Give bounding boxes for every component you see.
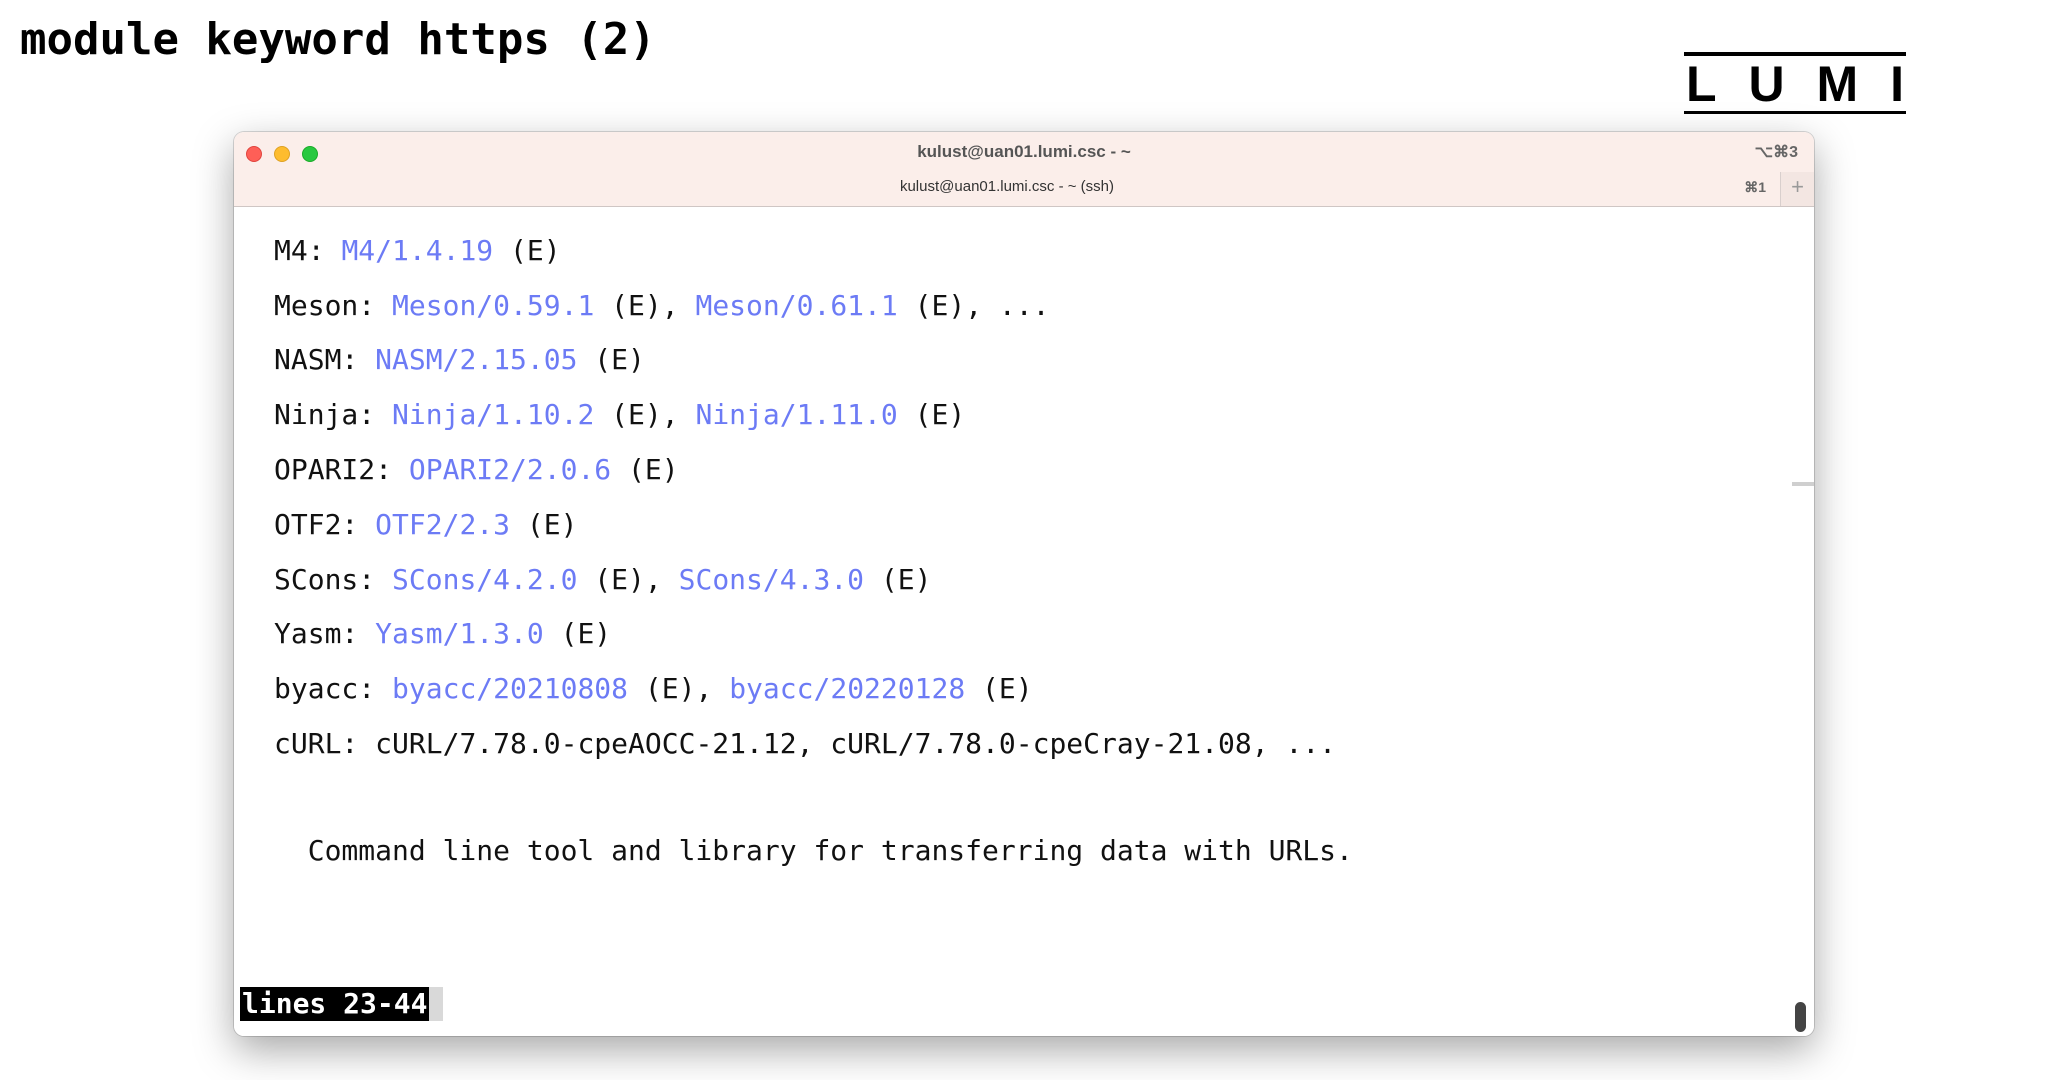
module-version-link[interactable]: OPARI2/2.0.6 xyxy=(409,453,611,486)
terminal-window: kulust@uan01.lumi.csc - ~ ⌥⌘3 kulust@uan… xyxy=(234,132,1814,1036)
module-line: NASM: NASM/2.15.05 (E) xyxy=(274,343,645,377)
pager-status: lines 23-44 xyxy=(240,987,444,1021)
scroll-marker xyxy=(1792,482,1814,486)
module-line-text: (E), xyxy=(594,289,696,322)
module-version-link[interactable]: Yasm/1.3.0 xyxy=(375,617,544,650)
tab-shortcut: ⌘1 xyxy=(1744,179,1766,195)
module-line-text: (E), xyxy=(594,398,696,431)
window-title: kulust@uan01.lumi.csc - ~ xyxy=(917,142,1131,161)
lumi-logo: L U M I xyxy=(1684,52,1906,114)
module-name: NASM: xyxy=(274,343,359,376)
module-line: OTF2: OTF2/2.3 (E) xyxy=(274,508,577,542)
module-name: M4: xyxy=(274,234,325,267)
module-line-text: (E) xyxy=(510,508,578,541)
module-line-text: (E), xyxy=(577,563,679,596)
tab-bar: kulust@uan01.lumi.csc - ~ (ssh) ⌘1 + xyxy=(234,172,1814,206)
module-line-text xyxy=(375,672,392,705)
module-line: byacc: byacc/20210808 (E), byacc/2022012… xyxy=(274,672,1033,706)
module-line-text: (E) xyxy=(577,343,645,376)
module-line-text xyxy=(392,453,409,486)
module-version-link[interactable]: SCons/4.2.0 xyxy=(392,563,577,596)
module-line-text xyxy=(375,289,392,322)
module-line-text: (E) xyxy=(897,398,966,431)
module-version-link[interactable]: byacc/20220128 xyxy=(729,672,965,705)
logo-letter: I xyxy=(1890,55,1904,112)
module-line: SCons: SCons/4.2.0 (E), SCons/4.3.0 (E) xyxy=(274,563,931,597)
new-tab-button[interactable]: + xyxy=(1780,172,1814,206)
module-line-text: (E) xyxy=(965,672,1033,705)
module-line: Yasm: Yasm/1.3.0 (E) xyxy=(274,617,611,651)
module-line-text: (E), xyxy=(628,672,730,705)
module-line: cURL: cURL/7.78.0-cpeAOCC-21.12, cURL/7.… xyxy=(274,727,1336,761)
module-line-text: (E) xyxy=(543,617,612,650)
module-version-link[interactable]: Ninja/1.11.0 xyxy=(695,398,897,431)
logo-letter: U xyxy=(1748,55,1785,112)
pager-status-text: lines 23-44 xyxy=(240,987,430,1021)
module-name: Meson: xyxy=(274,289,376,322)
module-version-link[interactable]: Meson/0.59.1 xyxy=(392,289,594,322)
scrollbar-thumb[interactable] xyxy=(1795,1002,1806,1032)
module-line: OPARI2: OPARI2/2.0.6 (E) xyxy=(274,453,679,487)
module-name: OPARI2: xyxy=(274,453,393,486)
module-name: cURL: xyxy=(274,727,359,760)
module-version-link[interactable]: Ninja/1.10.2 xyxy=(392,398,594,431)
module-version-link[interactable]: OTF2/2.3 xyxy=(375,508,510,541)
module-version-link[interactable]: M4/1.4.19 xyxy=(341,234,493,267)
module-name: Ninja: xyxy=(274,398,376,431)
module-name: SCons: xyxy=(274,563,376,596)
logo-letter: M xyxy=(1816,55,1859,112)
module-line-text: cURL/7.78.0-cpeAOCC-21.12, cURL/7.78.0-c… xyxy=(358,727,1337,760)
logo-letter: L xyxy=(1686,55,1717,112)
module-line-text xyxy=(358,617,375,650)
module-line-text: (E) xyxy=(864,563,932,596)
module-version-link[interactable]: SCons/4.3.0 xyxy=(679,563,864,596)
module-version-link[interactable]: byacc/20210808 xyxy=(392,672,628,705)
module-line-text xyxy=(358,343,375,376)
window-titlebar[interactable]: kulust@uan01.lumi.csc - ~ ⌥⌘3 kulust@uan… xyxy=(234,132,1814,207)
tab-ssh-session[interactable]: kulust@uan01.lumi.csc - ~ (ssh) xyxy=(234,172,1780,206)
module-description: Command line tool and library for transf… xyxy=(274,834,1353,867)
module-line: Ninja: Ninja/1.10.2 (E), Ninja/1.11.0 (E… xyxy=(274,398,965,432)
window-shortcut: ⌥⌘3 xyxy=(1754,144,1798,161)
module-name: Yasm: xyxy=(274,617,359,650)
module-line-text: (E) xyxy=(493,234,561,267)
terminal-content[interactable]: M4: M4/1.4.19 (E) Meson: Meson/0.59.1 (E)… xyxy=(234,207,1814,1036)
module-line-text: (E), ... xyxy=(897,289,1050,322)
slide-title: module keyword https (2) xyxy=(20,14,656,65)
module-line-text xyxy=(358,508,375,541)
module-line: Meson: Meson/0.59.1 (E), Meson/0.61.1 (E… xyxy=(274,289,1049,323)
module-line-text xyxy=(325,234,342,267)
module-name: OTF2: xyxy=(274,508,359,541)
module-line-text xyxy=(375,398,392,431)
module-version-link[interactable]: Meson/0.61.1 xyxy=(695,289,897,322)
module-line-text xyxy=(375,563,392,596)
module-line: M4: M4/1.4.19 (E) xyxy=(274,234,561,268)
module-version-link[interactable]: NASM/2.15.05 xyxy=(375,343,577,376)
module-name: byacc: xyxy=(274,672,376,705)
module-line-text: (E) xyxy=(611,453,679,486)
